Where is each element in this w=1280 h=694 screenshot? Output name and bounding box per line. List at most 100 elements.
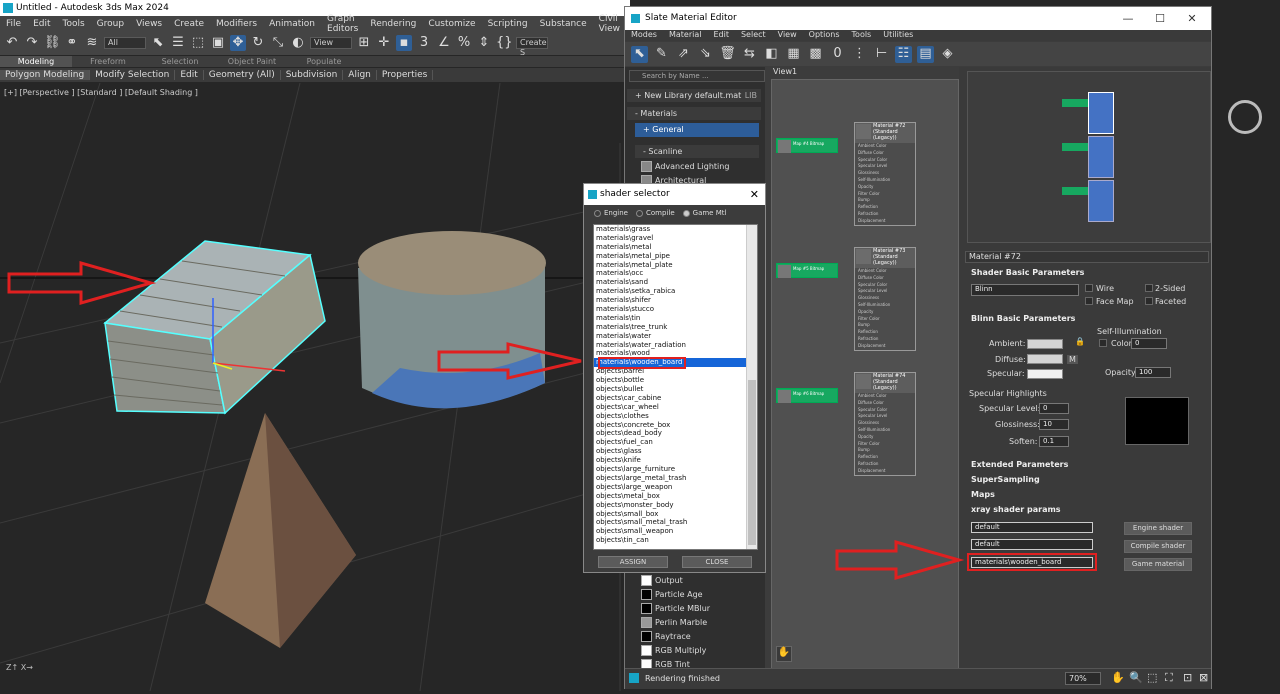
self-illum-color-checkbox[interactable] — [1099, 339, 1107, 347]
move-icon[interactable]: ✥ — [230, 35, 246, 51]
node-slot[interactable]: Diffuse Color — [855, 150, 915, 157]
scale-icon[interactable]: ⤡ — [270, 35, 286, 51]
node-slot[interactable]: Specular Color — [855, 282, 915, 289]
list-scrollbar[interactable] — [746, 225, 757, 549]
shader-list-item[interactable]: materials\setka_rabica — [594, 287, 746, 296]
ribbon-item[interactable]: Subdivision — [281, 70, 344, 80]
bitmap-node[interactable]: Map #5 Bitmap — [776, 263, 838, 278]
shader-list-item[interactable]: materials\water — [594, 332, 746, 341]
two-sided-checkbox[interactable] — [1145, 284, 1153, 292]
selection-filter-dropdown[interactable]: All — [104, 37, 146, 49]
node-slot[interactable]: Filter Color — [855, 191, 915, 198]
node-slot[interactable]: Ambient Color — [855, 268, 915, 275]
edit-named-sel-icon[interactable]: {} — [496, 35, 513, 51]
put-to-scene-icon[interactable]: ⇗ — [675, 46, 692, 63]
node-slot[interactable]: Specular Level — [855, 163, 915, 170]
menu-item[interactable]: Views — [130, 19, 168, 29]
bind-spacewarp-icon[interactable]: ≋ — [84, 35, 100, 51]
node-slot[interactable]: Specular Color — [855, 157, 915, 164]
rect-selection-icon[interactable]: ⬚ — [190, 35, 206, 51]
node-slot[interactable]: Reflection — [855, 329, 915, 336]
node-view[interactable]: Map #4 Bitmap Material #72 (Standard (Le… — [771, 79, 959, 669]
soften-value[interactable]: 0.1 — [1039, 436, 1069, 447]
navigator-preview[interactable] — [967, 71, 1211, 243]
wire-checkbox[interactable] — [1085, 284, 1093, 292]
minimize-icon[interactable]: — — [1113, 7, 1143, 30]
select-by-material-icon[interactable]: ◈ — [939, 46, 956, 63]
shader-list-item[interactable]: materials\metal_pipe — [594, 252, 746, 261]
tab-view1[interactable]: View1 — [773, 67, 797, 76]
node-slot[interactable]: Bump — [855, 197, 915, 204]
close-icon[interactable]: ✕ — [1177, 7, 1207, 30]
shader-list-item[interactable]: materials\tree_trunk — [594, 323, 746, 332]
engine-shader-button[interactable]: Engine shader — [1124, 522, 1192, 535]
engine-shader-field[interactable]: default — [971, 522, 1093, 533]
parameter-editor-icon[interactable]: ▤ — [917, 45, 934, 63]
pivot-center-icon[interactable]: ⊞ — [356, 35, 372, 51]
move-children-icon[interactable]: ⇆ — [741, 46, 758, 63]
menu-item[interactable]: Customize — [422, 19, 481, 29]
select-by-name-icon[interactable]: ☰ — [170, 35, 186, 51]
shader-list-item[interactable]: objects\metal_box — [594, 492, 746, 501]
select-tool-icon[interactable]: ⬉ — [631, 45, 648, 63]
rotate-icon[interactable]: ↻ — [250, 35, 266, 51]
maximize-icon[interactable]: ☐ — [1145, 7, 1175, 30]
window-crossing-icon[interactable]: ▣ — [210, 35, 226, 51]
node-slot[interactable]: Self-Illumination — [855, 177, 915, 184]
slate-menu-item[interactable]: View — [772, 30, 803, 41]
slate-menu-item[interactable]: Tools — [846, 30, 878, 41]
node-slot[interactable]: Opacity — [855, 309, 915, 316]
fit-all-icon[interactable]: ⊠ — [1199, 671, 1208, 684]
shader-list-item[interactable]: objects\monster_body — [594, 501, 746, 510]
shader-list-item[interactable]: materials\metal_plate — [594, 261, 746, 270]
shader-list-item[interactable]: objects\large_metal_trash — [594, 474, 746, 483]
pick-material-icon[interactable]: ✎ — [653, 46, 670, 63]
shader-list-item[interactable]: objects\bottle — [594, 376, 746, 385]
shader-list-item[interactable]: materials\shifer — [594, 296, 746, 305]
menu-item[interactable]: Rendering — [364, 19, 422, 29]
delete-icon[interactable]: 🗑 — [719, 46, 736, 63]
rollout-supersampling[interactable]: SuperSampling — [965, 474, 1209, 486]
slate-menu-item[interactable]: Modes — [625, 30, 663, 41]
ribbon-item[interactable]: Align — [343, 70, 377, 80]
browser-map-item[interactable]: Particle MBlur — [639, 602, 759, 615]
general-group[interactable]: + General — [635, 123, 759, 137]
menu-item[interactable]: Group — [91, 19, 130, 29]
node-slot[interactable]: Opacity — [855, 434, 915, 441]
scrollbar-thumb[interactable] — [748, 380, 756, 545]
node-slot[interactable]: Glossiness — [855, 170, 915, 177]
ribbon-tab[interactable]: Modeling — [0, 56, 72, 67]
link-icon[interactable]: ⛓ — [44, 35, 61, 51]
node-slot[interactable]: Displacement — [855, 468, 915, 475]
material-name-field[interactable]: Material #72 — [965, 251, 1209, 263]
shader-list-item[interactable]: materials\metal — [594, 243, 746, 252]
sample-slot-icon[interactable]: 0 — [829, 46, 846, 63]
shader-list-item[interactable]: objects\car_wheel — [594, 403, 746, 412]
placement-icon[interactable]: ◐ — [290, 35, 306, 51]
node-slot[interactable]: Displacement — [855, 343, 915, 350]
menu-item[interactable]: Tools — [57, 19, 91, 29]
node-slot[interactable]: Filter Color — [855, 316, 915, 323]
spinner-snap-icon[interactable]: ⇕ — [476, 35, 492, 51]
lock-icon[interactable]: 🔒 — [1075, 337, 1085, 346]
shader-list-item[interactable]: materials\grass — [594, 225, 746, 234]
slate-menu-item[interactable]: Material — [663, 30, 708, 41]
library-header[interactable]: + New Library default.mat LIB — [627, 89, 761, 102]
node-slot[interactable]: Displacement — [855, 218, 915, 225]
shader-list-item[interactable]: objects\concrete_box — [594, 421, 746, 430]
shader-list-item[interactable]: objects\small_weapon — [594, 527, 746, 536]
shader-list[interactable]: materials\grass materials\gravel materials… — [593, 224, 758, 550]
zoom-icon[interactable]: 🔍 — [1129, 671, 1143, 684]
ribbon-tab[interactable]: Selection — [144, 56, 216, 67]
zoom-dropdown[interactable]: 70% — [1065, 672, 1101, 685]
diffuse-map-button[interactable]: M — [1067, 355, 1078, 364]
shader-list-item[interactable]: objects\small_box — [594, 510, 746, 519]
node-slot[interactable]: Bump — [855, 447, 915, 454]
diffuse-swatch[interactable] — [1027, 354, 1063, 364]
node-slot[interactable]: Filter Color — [855, 441, 915, 448]
close-icon[interactable]: ✕ — [750, 184, 759, 205]
percent-snap-icon[interactable]: % — [456, 35, 472, 51]
undo-icon[interactable]: ↶ — [4, 35, 20, 51]
rollout-extended-params[interactable]: Extended Parameters — [965, 459, 1209, 471]
node-slot[interactable]: Ambient Color — [855, 393, 915, 400]
